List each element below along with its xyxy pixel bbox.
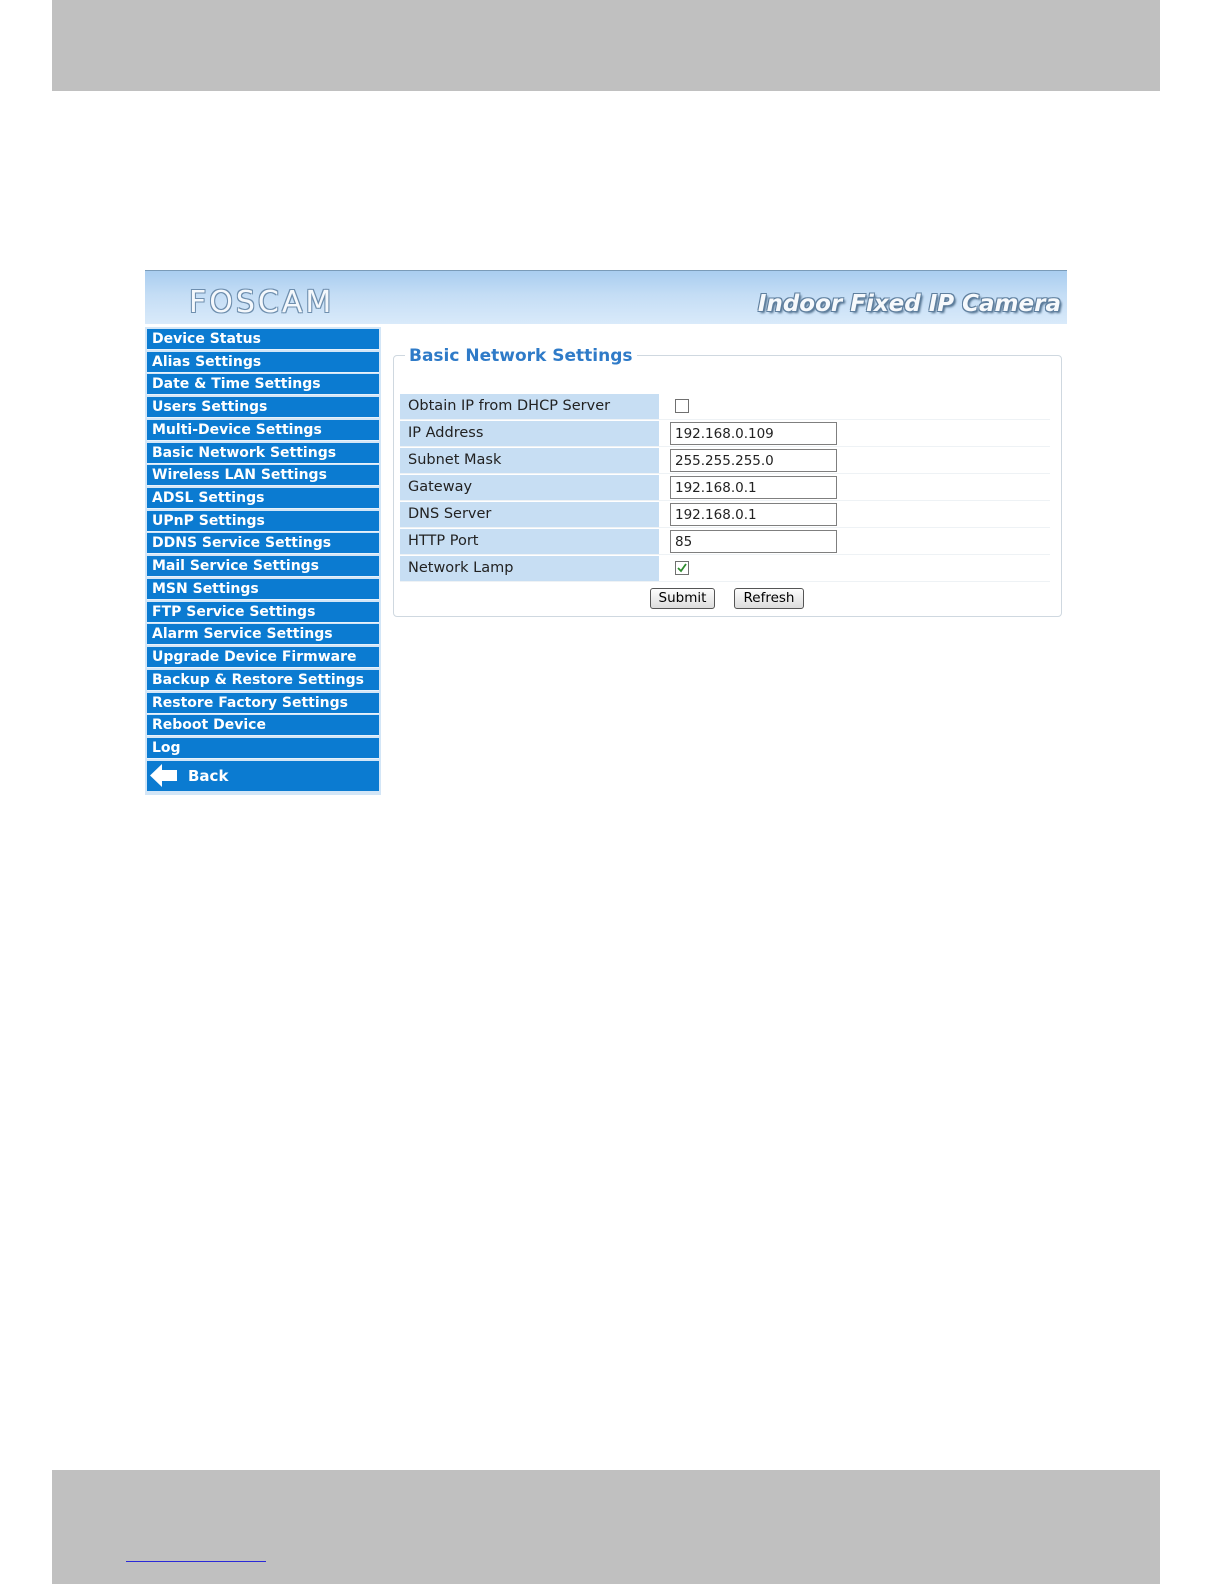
- sidebar-item-adsl-settings[interactable]: ADSL Settings: [147, 488, 379, 510]
- sidebar-item-upgrade-device-firmware[interactable]: Upgrade Device Firmware: [147, 647, 379, 669]
- sidebar-item-upnp-settings[interactable]: UPnP Settings: [147, 510, 379, 532]
- app-header: FOSCAM Indoor Fixed IP Camera: [145, 270, 1067, 324]
- sidebar-item-alarm-service-settings[interactable]: Alarm Service Settings: [147, 624, 379, 646]
- http-port-row: HTTP Port: [400, 529, 1050, 555]
- http-port-label: HTTP Port: [400, 529, 659, 554]
- page-header-band: [52, 0, 1160, 91]
- gateway-label: Gateway: [400, 475, 659, 500]
- ip-address-row: IP Address: [400, 421, 1050, 447]
- foscam-logo: FOSCAM: [189, 285, 335, 320]
- dhcp-checkbox[interactable]: [675, 399, 689, 413]
- sidebar-item-restore-factory-settings[interactable]: Restore Factory Settings: [147, 692, 379, 714]
- footer-link-underline[interactable]: [126, 1561, 266, 1562]
- sidebar-item-ftp-service-settings[interactable]: FTP Service Settings: [147, 601, 379, 623]
- sidebar-item-device-status[interactable]: Device Status: [147, 329, 379, 350]
- back-arrow-icon: [149, 763, 179, 798]
- back-button[interactable]: Back: [147, 760, 379, 791]
- submit-button[interactable]: Submit: [650, 588, 715, 609]
- sidebar-item-ddns-service-settings[interactable]: DDNS Service Settings: [147, 533, 379, 555]
- gateway-row: Gateway: [400, 475, 1050, 501]
- dns-server-row: DNS Server: [400, 502, 1050, 528]
- refresh-button[interactable]: Refresh: [734, 588, 804, 609]
- sidebar-item-wireless-lan-settings[interactable]: Wireless LAN Settings: [147, 465, 379, 487]
- sidebar-item-date-time-settings[interactable]: Date & Time Settings: [147, 374, 379, 396]
- sidebar-item-alias-settings[interactable]: Alias Settings: [147, 351, 379, 373]
- camera-web-ui: FOSCAM Indoor Fixed IP Camera Device Sta…: [145, 270, 1067, 795]
- gateway-input[interactable]: [670, 476, 837, 499]
- http-port-input[interactable]: [670, 530, 837, 553]
- ip-address-input[interactable]: [670, 422, 837, 445]
- subnet-mask-input[interactable]: [670, 449, 837, 472]
- sidebar-item-users-settings[interactable]: Users Settings: [147, 397, 379, 419]
- sidebar-item-msn-settings[interactable]: MSN Settings: [147, 578, 379, 600]
- sidebar-item-reboot-device[interactable]: Reboot Device: [147, 715, 379, 737]
- network-lamp-checkbox[interactable]: [675, 561, 689, 575]
- network-lamp-label: Network Lamp: [400, 556, 659, 581]
- header-title: Indoor Fixed IP Camera: [757, 291, 1061, 317]
- subnet-mask-row: Subnet Mask: [400, 448, 1050, 474]
- network-lamp-row: Network Lamp: [400, 556, 1050, 582]
- ip-address-label: IP Address: [400, 421, 659, 446]
- page-footer-band: [52, 1470, 1160, 1584]
- sidebar-nav: Device Status Alias Settings Date & Time…: [145, 327, 381, 795]
- dhcp-label: Obtain IP from DHCP Server: [400, 394, 659, 419]
- sidebar-item-mail-service-settings[interactable]: Mail Service Settings: [147, 556, 379, 578]
- sidebar-item-backup-restore-settings[interactable]: Backup & Restore Settings: [147, 669, 379, 691]
- dhcp-row: Obtain IP from DHCP Server: [400, 394, 1050, 420]
- dns-server-label: DNS Server: [400, 502, 659, 527]
- check-icon: [677, 563, 687, 573]
- sidebar-item-multi-device-settings[interactable]: Multi-Device Settings: [147, 419, 379, 441]
- panel-title: Basic Network Settings: [405, 344, 637, 368]
- back-label: Back: [188, 766, 229, 785]
- sidebar-item-log[interactable]: Log: [147, 737, 379, 759]
- sidebar-item-basic-network-settings[interactable]: Basic Network Settings: [147, 442, 379, 464]
- subnet-mask-label: Subnet Mask: [400, 448, 659, 473]
- dns-server-input[interactable]: [670, 503, 837, 526]
